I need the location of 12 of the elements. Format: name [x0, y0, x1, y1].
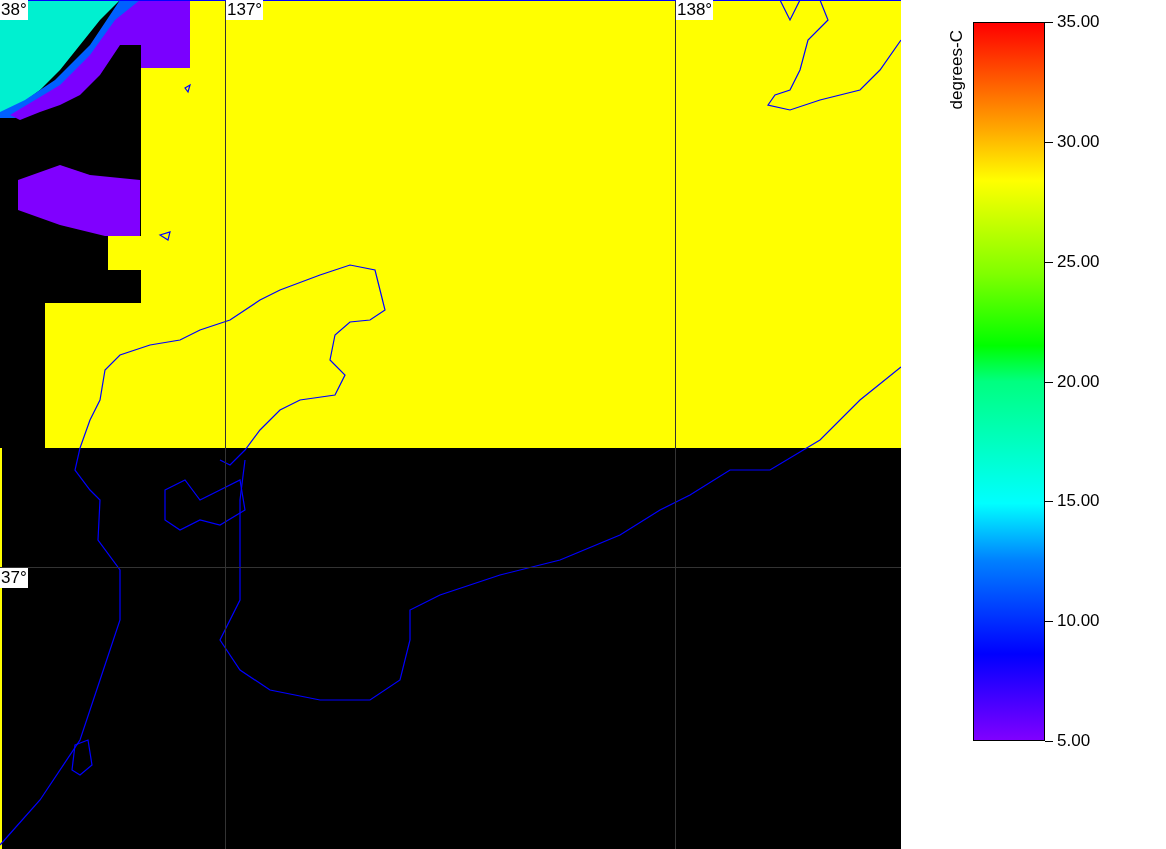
colorbar-tick-label: 25.00: [1057, 251, 1100, 272]
colorbar-tick-label: 20.00: [1057, 371, 1100, 392]
colorbar-title: degrees-C: [946, 30, 968, 110]
colorbar-tick-label: 10.00: [1057, 611, 1100, 632]
longitude-label: 138°: [676, 0, 714, 20]
colorbar-tick-label: 30.00: [1057, 131, 1100, 152]
longitude-label: 137°: [226, 0, 264, 20]
latitude-label: 38°: [0, 0, 28, 20]
colorbar-tick-label: 5.00: [1057, 731, 1091, 751]
latitude-label: 37°: [0, 568, 28, 588]
colorbar-tick-label: 35.00: [1057, 12, 1100, 32]
colorbar-tick-label: 15.00: [1057, 491, 1100, 512]
